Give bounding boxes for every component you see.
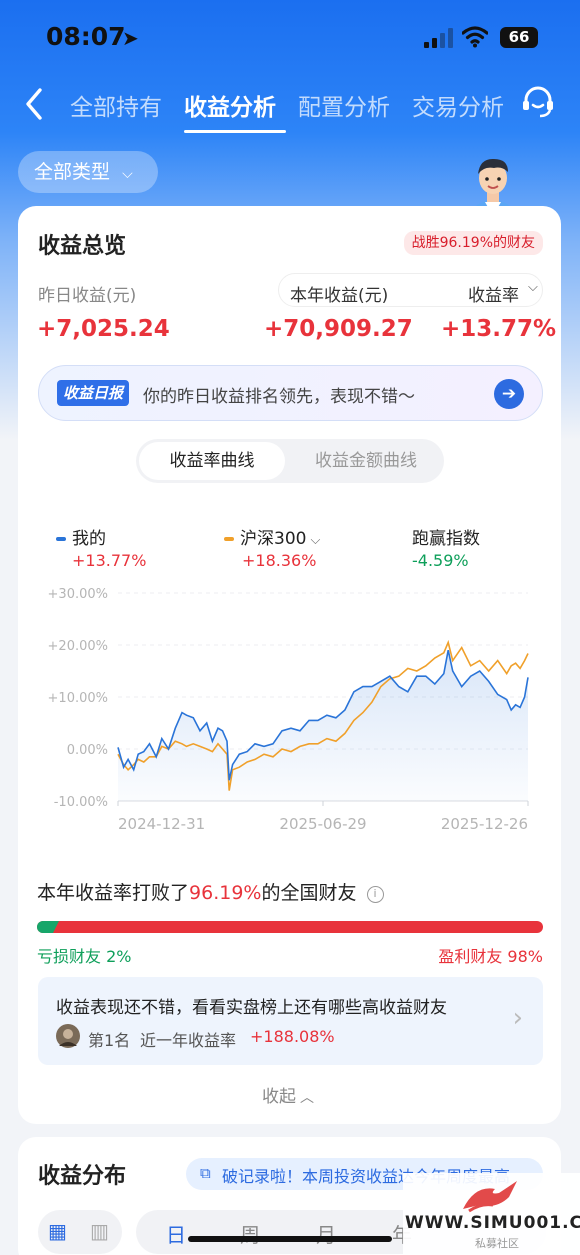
- legend-mine: 我的: [56, 524, 106, 549]
- chevron-down-icon: ⌵: [528, 280, 538, 295]
- watermark-sub: 私募社区: [475, 1237, 519, 1250]
- x-tick-label: 2025-06-29: [279, 815, 366, 833]
- daily-report-banner[interactable]: 收益日报 你的昨日收益排名领先，表现不错～ ➔: [38, 365, 543, 421]
- legend-index-value: +18.36%: [242, 551, 317, 570]
- home-indicator: [188, 1236, 392, 1242]
- rank-label: 第1名: [88, 1031, 131, 1050]
- rank-value: +188.08%: [250, 1027, 335, 1046]
- beat-suffix: 的全国财友: [261, 882, 357, 904]
- status-time: 08:07: [46, 22, 126, 51]
- customer-service-icon[interactable]: [520, 84, 556, 120]
- x-tick-label: 2024-12-31: [118, 815, 205, 833]
- status-bar: 08:07 ➤ 66: [0, 0, 580, 70]
- year-profit-label: 本年收益(元): [290, 286, 389, 306]
- chevron-down-icon: ⌵: [310, 533, 321, 548]
- site-logo-icon: [463, 1181, 517, 1213]
- period-tab-week[interactable]: 周: [240, 1219, 260, 1248]
- rate-value: +13.77%: [441, 316, 557, 342]
- signal-icon: [424, 28, 454, 48]
- series-mine-area: [118, 650, 528, 801]
- rank-desc: 近一年收益率: [140, 1031, 237, 1050]
- chevron-right-icon: ›: [512, 1003, 523, 1033]
- legend-mine-label: 我的: [72, 529, 106, 549]
- tab-all-holdings[interactable]: 全部持有: [70, 88, 162, 122]
- legend-index-label: 沪深300: [240, 529, 307, 549]
- top-nav: 全部持有 收益分析 配置分析 交易分析: [0, 80, 580, 133]
- battery-indicator: 66: [500, 27, 538, 48]
- daily-report-badge: 收益日报: [57, 380, 130, 406]
- yesterday-profit-value: +7,025.24: [37, 316, 170, 342]
- legend-mine-value: +13.77%: [72, 551, 147, 570]
- y-tick-label: -10.00%: [54, 795, 108, 810]
- collapse-label: 收起: [262, 1087, 296, 1107]
- overview-card: 收益总览 战胜96.19%的财友 昨日收益(元) +7,025.24 本年收益(…: [18, 206, 561, 1124]
- x-tick-label: 2025-12-26: [441, 815, 528, 833]
- calendar-icon[interactable]: ▦: [48, 1219, 67, 1243]
- leaderboard-recommendation[interactable]: 收益表现还不错，看看实盘榜上还有哪些高收益财友 第1名 近一年收益率 +188.…: [38, 977, 543, 1065]
- legend-mine-swatch: [56, 537, 66, 541]
- beat-summary: 本年收益率打败了96.19%的全国财友 i: [37, 878, 384, 905]
- rate-label[interactable]: 收益率: [468, 281, 519, 306]
- year-profit-value: +70,909.27: [264, 316, 413, 342]
- legend-index[interactable]: 沪深300 ⌵: [224, 524, 320, 549]
- watermark-site: WWW.SIMU001.CN: [405, 1213, 580, 1233]
- legend-diff-value: -4.59%: [412, 551, 469, 570]
- legend-index-swatch: [224, 537, 234, 541]
- chevron-down-icon: ⌵: [122, 166, 133, 182]
- daily-report-text: 你的昨日收益排名领先，表现不错～: [143, 387, 415, 407]
- legend-diff-label: 跑赢指数: [412, 529, 480, 549]
- wifi-icon: [462, 26, 488, 48]
- overview-title: 收益总览: [38, 234, 127, 259]
- arrow-right-icon[interactable]: ➔: [494, 379, 524, 409]
- y-tick-label: 0.00%: [67, 743, 108, 758]
- y-tick-label: +10.00%: [48, 691, 108, 706]
- collapse-button[interactable]: 收起 ︿: [262, 1082, 314, 1107]
- recommendation-text: 收益表现还不错，看看实盘榜上还有哪些高收益财友: [56, 998, 447, 1018]
- share-icon: ⧉: [200, 1164, 211, 1182]
- beat-prefix: 本年收益率打败了: [37, 882, 190, 904]
- site-watermark: WWW.SIMU001.CN 私募社区: [403, 1173, 580, 1255]
- loss-friends-label: 亏损财友 2%: [37, 947, 132, 966]
- bar-chart-icon[interactable]: ▥: [90, 1219, 109, 1243]
- back-arrow-icon[interactable]: [24, 87, 44, 121]
- tab-rate-curve[interactable]: 收益率曲线: [139, 442, 285, 480]
- chevron-up-icon: ︿: [300, 1090, 314, 1106]
- active-tab-underline: [184, 130, 286, 133]
- distribution-title: 收益分布: [38, 1164, 127, 1189]
- tab-amount-curve[interactable]: 收益金额曲线: [296, 439, 436, 483]
- type-filter-label: 全部类型: [34, 161, 111, 183]
- tab-allocation-analysis[interactable]: 配置分析: [298, 88, 390, 122]
- y-tick-label: +20.00%: [48, 639, 108, 654]
- win-rate-badge: 战胜96.19%的财友: [403, 231, 543, 255]
- type-filter-dropdown[interactable]: 全部类型 ⌵: [18, 151, 158, 193]
- avatar: [56, 1024, 80, 1048]
- profit-loss-ratio-bar: [37, 921, 543, 933]
- tab-trade-analysis[interactable]: 交易分析: [412, 88, 504, 122]
- curve-switch: 收益率曲线 收益金额曲线: [136, 439, 444, 483]
- info-icon[interactable]: i: [366, 886, 384, 903]
- location-arrow-icon: ➤: [122, 26, 139, 50]
- tab-profit-analysis[interactable]: 收益分析: [184, 88, 276, 122]
- yesterday-profit-label: 昨日收益(元): [38, 286, 137, 306]
- y-tick-label: +30.00%: [48, 587, 108, 602]
- profit-rate-chart: +30.00% +20.00% +10.00% 0.00% -10.00% 2024-1…: [48, 587, 529, 833]
- period-tab-month[interactable]: 月: [316, 1219, 336, 1248]
- period-tab-day[interactable]: 日: [166, 1219, 186, 1248]
- profit-friends-label: 盈利财友 98%: [438, 947, 543, 966]
- view-toggle: ▦ ▥: [38, 1210, 122, 1254]
- beat-percent: 96.19%: [189, 882, 262, 904]
